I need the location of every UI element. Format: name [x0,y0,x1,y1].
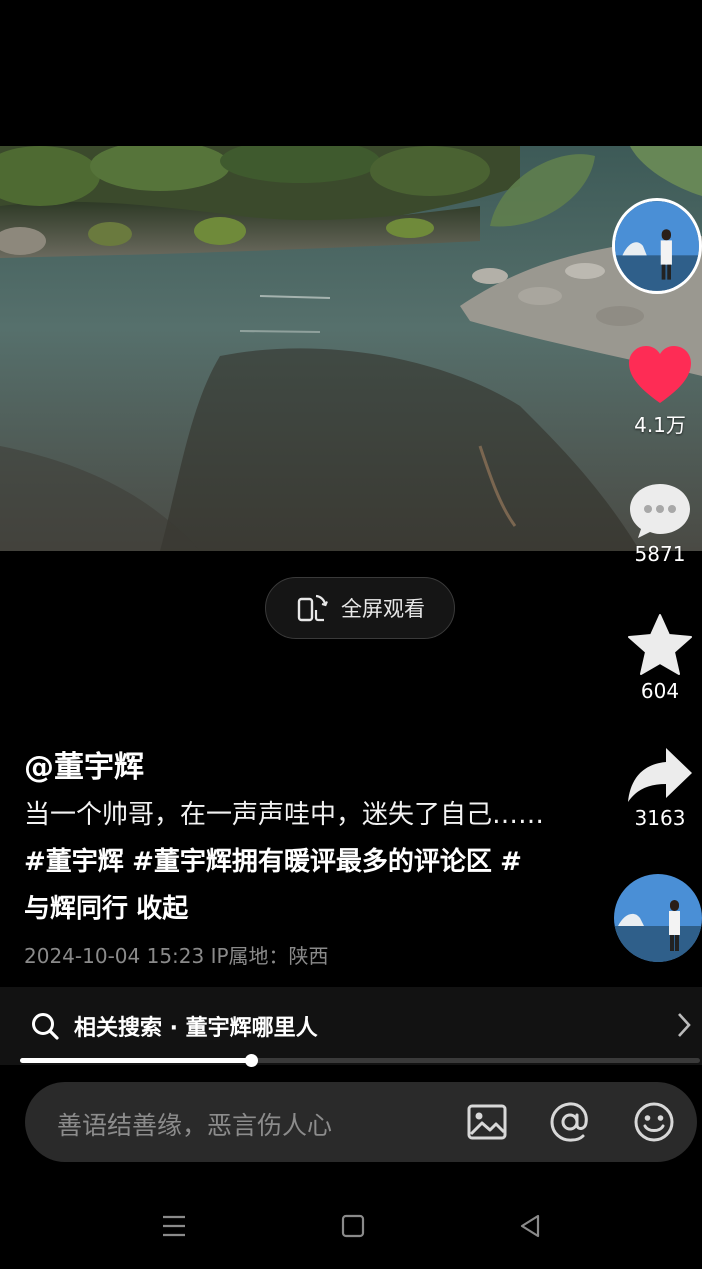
video-progress-bar[interactable] [20,1054,700,1067]
hashtag[interactable]: #董宇辉拥有暖评最多的评论区 [132,847,492,877]
like-button[interactable]: 4.1万 [620,345,700,438]
comment-input-bar[interactable]: 善语结善缘，恶言伤人心 [25,1082,697,1162]
back-icon[interactable] [516,1212,544,1240]
post-meta: 2024-10-04 15:23 IP属地：陕西 [24,940,329,969]
collapse-link[interactable]: 收起 [136,894,188,924]
avatar-image [615,201,699,291]
share-button[interactable]: 3163 [620,746,700,830]
home-icon[interactable] [339,1212,367,1240]
progress-fill [20,1058,252,1063]
author-avatar[interactable] [612,198,702,294]
heart-icon [629,346,691,403]
comment-count: 5871 [634,542,686,566]
at-mention-icon[interactable] [548,1100,592,1144]
related-search-label: 相关搜索 · 董宇辉哪里人 [74,1016,318,1041]
comment-button[interactable]: 5871 [620,480,700,566]
favorite-count: 604 [640,679,680,703]
share-count: 3163 [634,806,686,830]
search-icon [32,1013,59,1040]
system-navigation-bar [0,1190,702,1269]
post-description: 当一个帅哥，在一声声哇中，迷失了自己……#董宇辉 #董宇辉拥有暖评最多的评论区 … [24,792,544,933]
like-count: 4.1万 [634,413,686,437]
music-disc-avatar[interactable] [614,874,702,962]
disc-image [614,874,702,962]
comment-bubble-icon [630,484,690,538]
post-text: 当一个帅哥，在一声声哇中，迷失了自己…… [24,800,545,830]
post-datetime: 2024-10-04 15:23 [24,944,205,968]
progress-handle[interactable] [245,1054,259,1067]
favorite-button[interactable]: 604 [620,613,700,703]
hashtag[interactable]: #董宇辉 [24,847,124,877]
menu-icon[interactable] [160,1212,188,1240]
comment-input[interactable]: 善语结善缘，恶言伤人心 [57,1106,332,1142]
star-icon [628,614,692,675]
fullscreen-label: 全屏观看 [341,597,425,621]
rotate-screen-icon [297,594,328,622]
emoji-icon[interactable] [632,1100,676,1144]
river-scene-image [0,146,702,551]
image-icon[interactable] [465,1100,509,1144]
ip-location: IP属地：陕西 [210,944,329,968]
fullscreen-button[interactable]: 全屏观看 [265,577,455,639]
related-search-bar[interactable]: 相关搜索 · 董宇辉哪里人 [0,987,702,1065]
chevron-right-icon [678,1013,691,1037]
share-arrow-icon [628,748,692,802]
video-frame[interactable] [0,146,702,551]
author-name[interactable]: @董宇辉 [24,742,144,786]
